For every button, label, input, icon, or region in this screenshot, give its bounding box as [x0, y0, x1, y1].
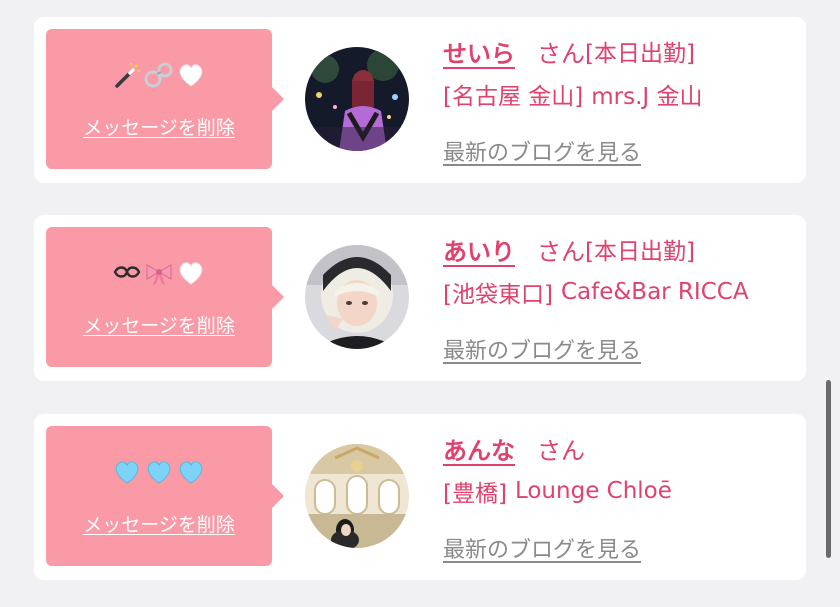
message-emoji-row	[46, 57, 272, 93]
delete-message-link[interactable]: メッセージを削除	[46, 311, 272, 338]
message-bubble: メッセージを削除	[46, 227, 284, 367]
message-bubble: メッセージを削除	[46, 29, 284, 169]
avatar[interactable]	[305, 444, 409, 548]
message-card: メッセージを削除 あいり さん [本日出勤] [池袋東口] Cafe&Bar R…	[34, 215, 806, 381]
shop-name: Lounge Chloē	[514, 478, 672, 504]
shop-line: [豊橋] Lounge Chloē	[443, 474, 796, 508]
honorific: さん	[537, 237, 585, 266]
honorific: さん	[537, 436, 585, 465]
light-blue-heart-icon	[144, 457, 174, 487]
avatar[interactable]	[305, 47, 409, 151]
white-heart-icon	[176, 60, 206, 90]
shop-area: [豊橋]	[443, 481, 507, 507]
work-status: [本日出勤]	[585, 239, 695, 265]
shop-area: [池袋東口]	[443, 282, 553, 308]
name-line: あんな さん	[443, 428, 796, 468]
shop-line: [池袋東口] Cafe&Bar RICCA	[443, 275, 796, 309]
card-info: せいら さん [本日出勤] [名古屋 金山] mrs.J 金山 最新のブログを見…	[443, 31, 796, 167]
card-info: あいり さん [本日出勤] [池袋東口] Cafe&Bar RICCA 最新のブ…	[443, 229, 796, 365]
message-list: メッセージを削除 せいら さん [本日出勤] [名古屋 金山] mrs.J 金山…	[0, 0, 840, 607]
work-status: [本日出勤]	[585, 41, 695, 67]
handcuffs-icon	[144, 60, 174, 90]
avatar[interactable]	[305, 245, 409, 349]
card-info: あんな さん [豊橋] Lounge Chloē 最新のブログを見る	[443, 428, 796, 564]
message-emoji-row	[46, 454, 272, 490]
cast-name-link[interactable]: あいり	[443, 232, 515, 267]
message-card: メッセージを削除 あんな さん [豊橋] Lounge Chloē 最新のブログ…	[34, 414, 806, 580]
latest-blog-link[interactable]: 最新のブログを見る	[443, 532, 641, 564]
delete-message-link[interactable]: メッセージを削除	[46, 510, 272, 537]
name-line: せいら さん [本日出勤]	[443, 31, 796, 71]
white-heart-icon	[176, 258, 206, 288]
latest-blog-link[interactable]: 最新のブログを見る	[443, 135, 641, 167]
message-bubble: メッセージを削除	[46, 426, 284, 566]
light-blue-heart-icon	[112, 457, 142, 487]
light-blue-heart-icon	[176, 457, 206, 487]
delete-message-link[interactable]: メッセージを削除	[46, 113, 272, 140]
shop-line: [名古屋 金山] mrs.J 金山	[443, 77, 796, 111]
scrollbar[interactable]	[826, 380, 831, 558]
honorific: さん	[537, 39, 585, 68]
shop-name: mrs.J 金山	[591, 84, 703, 110]
loop-icon	[112, 258, 142, 288]
shop-name: Cafe&Bar RICCA	[560, 279, 749, 305]
shop-area: [名古屋 金山]	[443, 84, 584, 110]
cast-name-link[interactable]: せいら	[443, 34, 515, 69]
magic-wand-icon	[112, 60, 142, 90]
cast-name-link[interactable]: あんな	[443, 431, 515, 466]
message-emoji-row	[46, 255, 272, 291]
latest-blog-link[interactable]: 最新のブログを見る	[443, 333, 641, 365]
message-card: メッセージを削除 せいら さん [本日出勤] [名古屋 金山] mrs.J 金山…	[34, 17, 806, 183]
ribbon-icon	[144, 258, 174, 288]
name-line: あいり さん [本日出勤]	[443, 229, 796, 269]
